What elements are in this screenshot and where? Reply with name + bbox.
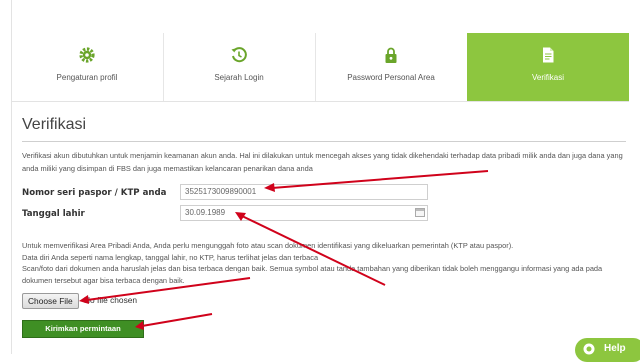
- tab-login-history[interactable]: Sejarah Login: [163, 33, 316, 101]
- intro-text: Verifikasi akun dibutuhkan untuk menjami…: [22, 151, 623, 173]
- instruction-line: Data diri Anda seperti nama lengkap, tan…: [22, 252, 319, 262]
- document-icon: [543, 47, 554, 63]
- history-icon: [231, 47, 247, 63]
- tab-verification[interactable]: Verifikasi: [467, 33, 629, 101]
- birth-date-field[interactable]: 30.09.1989: [180, 205, 428, 221]
- tab-label: Pengaturan profil: [56, 73, 118, 82]
- tab-label: Password Personal Area: [347, 73, 435, 82]
- lock-icon: [385, 47, 397, 63]
- instruction-line: Untuk memverifikasi Area Pribadi Anda, A…: [22, 241, 514, 250]
- chat-icon: [583, 343, 595, 355]
- tab-bar: Pengaturan profil Sejarah Login Password…: [11, 33, 629, 102]
- page-title: Verifikasi: [22, 116, 87, 133]
- help-label: Help: [604, 343, 626, 354]
- tab-profile-settings[interactable]: Pengaturan profil: [11, 33, 164, 101]
- passport-number-field[interactable]: 3525173009890001: [180, 184, 428, 200]
- birth-date-value: 30.09.1989: [185, 208, 226, 217]
- divider: [22, 141, 626, 142]
- passport-label: Nomor seri paspor / KTP anda: [22, 188, 167, 198]
- tab-label: Sejarah Login: [214, 73, 264, 82]
- tab-password[interactable]: Password Personal Area: [315, 33, 468, 101]
- instruction-line: Scan/foto dari dokumen anda haruslah jel…: [22, 264, 603, 285]
- calendar-icon[interactable]: [415, 208, 425, 217]
- help-button[interactable]: Help: [575, 338, 640, 362]
- file-status: No file chosen: [84, 295, 138, 305]
- submit-request-button[interactable]: Kirimkan permintaan: [22, 320, 144, 338]
- choose-file-button[interactable]: Choose File: [22, 293, 79, 309]
- birth-date-label: Tanggal lahir: [22, 209, 85, 219]
- tab-label: Verifikasi: [531, 73, 564, 82]
- gear-icon: [79, 47, 95, 63]
- instructions: Untuk memverifikasi Area Pribadi Anda, A…: [22, 240, 628, 286]
